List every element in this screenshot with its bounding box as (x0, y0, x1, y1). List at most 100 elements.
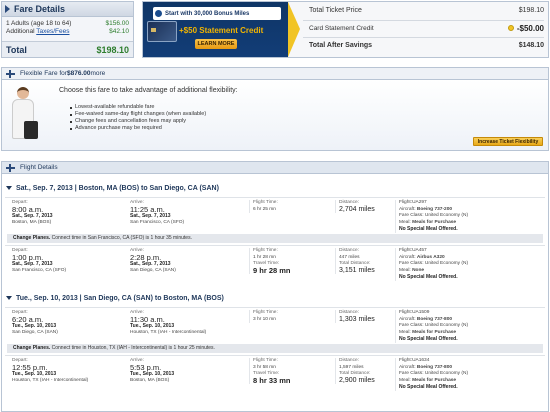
depart-location: San Diego, CA (SAN) (12, 329, 58, 335)
depart-location: San Francisco, CA (SFO) (12, 267, 67, 273)
flight-time-value: 6 hr 25 mn (253, 206, 276, 212)
meal-value: Meals for Purchase (412, 219, 457, 225)
aircraft-label: Aircraft: (399, 206, 417, 212)
fare-total-row: Total $198.10 (2, 41, 133, 57)
distance-value: 2,704 miles (339, 205, 375, 213)
flight-details-panel: Sat., Sep. 7, 2013 | Boston, MA (BOS) to… (1, 174, 549, 412)
aircraft-value: Boeing 737-800 (416, 316, 453, 322)
total-after-savings-value: $148.10 (518, 42, 544, 49)
flexible-fare-suffix: more (90, 70, 106, 77)
flight-segment: Depart: 6:20 a.m. Tue., Sep. 10, 2013 Sa… (5, 307, 545, 343)
card-credit-row: Card Statement Credit -$50.00 (309, 24, 544, 33)
meal-value: None (412, 267, 425, 273)
arrive-location: San Diego, CA (SAN) (130, 267, 176, 273)
special-meal: No Special Meal Offered. (399, 384, 458, 390)
coin-icon (507, 25, 514, 31)
meal-label: Meal: (399, 377, 413, 383)
aircraft-label: Aircraft: (399, 254, 417, 260)
card-promo-banner[interactable]: Start with 30,000 Bonus Miles +$50 State… (143, 2, 288, 57)
list-item: Advance purchase may be required (70, 125, 206, 132)
fare-row-prefix: Additional (6, 28, 37, 35)
credit-card-image (147, 21, 177, 42)
meal-label: Meal: (399, 267, 413, 273)
card-credit-label: Card Statement Credit (309, 25, 374, 32)
travel-time-value: 8 hr 33 mn (253, 375, 291, 385)
change-planes-text: Connect time in San Francisco, CA (SFO) … (50, 235, 192, 241)
trip-heading-text: Sat., Sep. 7, 2013 | Boston, MA (BOS) to… (16, 184, 219, 192)
aircraft-value: Airbus A320 (416, 254, 445, 260)
change-planes-note: Change Planes. Connect time in San Franc… (7, 234, 543, 243)
trip-heading[interactable]: Tue., Sep. 10, 2013 | San Diego, CA (SAN… (6, 292, 224, 304)
plane-icon (6, 69, 15, 78)
arrive-location: Houston, TX (IAH - Intercontinental) (130, 329, 207, 335)
flexible-fare-label: Flexible Fare for (20, 70, 67, 77)
flight-segment: Depart: 8:00 a.m. Sat., Sep. 7, 2013 Bos… (5, 197, 545, 233)
special-meal: No Special Meal Offered. (399, 274, 458, 280)
travel-time-value: 9 hr 28 mn (253, 265, 291, 275)
change-planes-label: Change Planes. (13, 345, 51, 351)
fare-total-label: Total (6, 44, 27, 55)
total-distance-value: 3,151 miles (339, 266, 375, 274)
expand-icon (6, 186, 12, 190)
statement-credit-text: +$50 Statement Credit (179, 26, 264, 35)
triangle-icon (5, 5, 10, 13)
flexible-fare-panel: Choose this fare to take advantage of ad… (1, 80, 549, 151)
depart-location: Houston, TX (IAH - Intercontinental) (12, 377, 89, 383)
star-icon (155, 10, 162, 17)
bonus-miles-tag: Start with 30,000 Bonus Miles (153, 7, 281, 20)
plane-icon (6, 163, 15, 172)
flight-segment: Depart: 1:00 p.m. Sat., Sep. 7, 2013 San… (5, 245, 545, 283)
aircraft-value: Boeing 737-200 (416, 206, 453, 212)
total-after-savings-label: Total After Savings (309, 42, 373, 49)
flexible-fare-question: Choose this fare to take advantage of ad… (59, 87, 238, 94)
arrow-icon (288, 2, 300, 57)
list-item: Change fees and cancellation fees may ap… (70, 118, 206, 125)
flight-details-title: Flight Details (20, 164, 58, 171)
meal-label: Meal: (399, 219, 413, 225)
increase-flexibility-button[interactable]: Increase Ticket Flexibility (473, 137, 543, 146)
change-planes-note: Change Planes. Connect time in Houston, … (7, 344, 543, 353)
taxes-fees-link[interactable]: Taxes/Fees (36, 28, 69, 35)
depart-location: Boston, MA (BOS) (12, 219, 52, 225)
change-planes-label: Change Planes. (13, 235, 51, 241)
arrive-location: Boston, MA (BOS) (130, 377, 170, 383)
aircraft-label: Aircraft: (399, 316, 417, 322)
aircraft-value: Boeing 737-800 (416, 364, 453, 370)
list-item: Lowest-available refundable fare (70, 104, 206, 111)
fare-details-panel: Fare Details 1 Adults (age 18 to 64) $15… (1, 1, 134, 58)
fare-details-title: Fare Details (14, 4, 66, 14)
flight-details-bar: Flight Details (1, 161, 549, 174)
card-credit-value: -$50.00 (516, 24, 544, 33)
list-item: Fee-waived same-day flight changes (when… (70, 111, 206, 118)
special-meal: No Special Meal Offered. (399, 336, 458, 342)
fare-row-value: $42.10 (109, 28, 129, 35)
flexible-fare-amount: $876.00 (66, 70, 91, 77)
fare-details-header: Fare Details (2, 2, 133, 17)
flight-time-value: 3 hr 10 mn (253, 316, 276, 322)
flexible-fare-benefits: Lowest-available refundable fare Fee-wai… (70, 104, 206, 132)
total-distance-value: 2,900 miles (339, 376, 375, 384)
trip-heading[interactable]: Sat., Sep. 7, 2013 | Boston, MA (BOS) to… (6, 182, 219, 194)
card-promo-panel: Start with 30,000 Bonus Miles +$50 State… (142, 1, 549, 58)
meal-value: Meals for Purchase (412, 329, 457, 335)
learn-more-button[interactable]: LEARN MORE (195, 39, 237, 49)
fare-row-taxes: Additional Taxes/Fees $42.10 (2, 27, 133, 35)
meal-value: Meals for Purchase (412, 377, 457, 383)
distance-value: 1,303 miles (339, 315, 375, 323)
special-meal: No Special Meal Offered. (399, 226, 458, 232)
meal-label: Meal: (399, 329, 413, 335)
fare-total-value: $198.10 (96, 44, 129, 55)
total-after-savings-row: Total After Savings $148.10 (309, 42, 544, 49)
total-ticket-price-value: $198.10 (518, 7, 544, 14)
flight-segment: Depart: 12:55 p.m. Tue., Sep. 10, 2013 H… (5, 355, 545, 395)
fare-row-label: 1 Adults (age 18 to 64) (6, 20, 72, 27)
flexible-fare-bar[interactable]: Flexible Fare for $876.00 more (1, 67, 549, 80)
expand-icon (6, 296, 12, 300)
aircraft-label: Aircraft: (399, 364, 417, 370)
trip-heading-text: Tue., Sep. 10, 2013 | San Diego, CA (SAN… (16, 294, 224, 302)
total-ticket-price-label: Total Ticket Price (309, 7, 362, 14)
total-ticket-price-row: Total Ticket Price $198.10 (309, 7, 544, 14)
bonus-miles-text: Start with 30,000 Bonus Miles (165, 10, 250, 17)
arrive-location: San Francisco, CA (SFO) (130, 219, 185, 225)
fare-row-adults: 1 Adults (age 18 to 64) $156.00 (2, 19, 133, 27)
